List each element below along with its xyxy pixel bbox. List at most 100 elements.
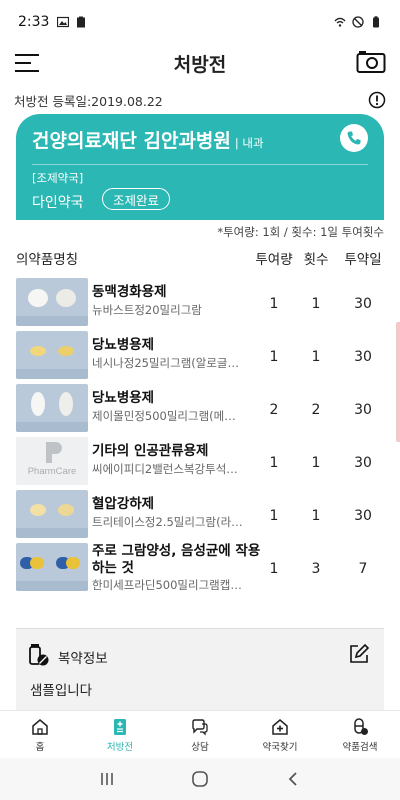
capsule-image <box>16 543 88 591</box>
do-not-disturb-icon <box>352 16 364 28</box>
drug-times: 1 <box>311 455 321 471</box>
status-notification-icons <box>57 16 87 28</box>
drug-days: 30 <box>354 402 372 418</box>
home-circle-icon <box>192 771 208 787</box>
drug-row[interactable]: 혈압강하제 트리테이스정2.5밀리그람(라… 1 1 30 <box>14 490 386 540</box>
pill-search-icon <box>354 717 368 735</box>
dose-note: *투여량: 1회 / 횟수: 1일 투여횟수 <box>217 225 384 239</box>
home-icon <box>32 718 48 735</box>
pharmcare-text: PharmCare <box>27 466 77 477</box>
system-nav-bar <box>0 758 400 800</box>
nav-consult[interactable]: 상담 <box>160 711 240 758</box>
drug-dose: 1 <box>269 349 279 365</box>
header-times: 횟수 <box>303 252 329 268</box>
pharmacy-icon <box>272 718 288 735</box>
recent-apps-button[interactable] <box>95 767 119 791</box>
nav-find-pharmacy[interactable]: 약국찾기 <box>240 711 320 758</box>
drug-times: 3 <box>311 561 321 577</box>
hospital-name-row: 건양의료재단 김안과병원 | 내과 <box>32 126 264 153</box>
drug-category: 당뇨병용제 <box>92 337 155 353</box>
pharmacy-label: [조제약국] <box>32 171 84 185</box>
header-dose: 투여량 <box>255 252 293 268</box>
drug-table-header: 의약품명칭 투여량 횟수 투약일 <box>14 248 386 270</box>
medication-info-title: 복약정보 <box>58 651 108 667</box>
drug-category: 혈압강하제 <box>92 496 155 512</box>
drug-row[interactable]: 당뇨병용제 네시나정25밀리그램(알로글… 1 1 30 <box>14 331 386 381</box>
status-time: 2:33 <box>18 14 50 30</box>
info-icon[interactable] <box>368 91 386 109</box>
gallery-icon <box>57 16 70 28</box>
drug-category: 당뇨병용제 <box>92 390 155 406</box>
drug-product: 제이몰민정500밀리그램(메… <box>92 409 236 423</box>
drug-row[interactable]: PharmCare 기타의 인공관류용제 씨에이피디2밸런스복강투석… 1 1 … <box>14 437 386 487</box>
back-icon <box>289 772 297 786</box>
hospital-name: 건양의료재단 김안과병원 <box>32 130 231 152</box>
pill-image <box>16 331 88 379</box>
pill-image <box>16 490 88 538</box>
drug-row[interactable]: 주로 그람양성, 음성균에 작용하는 것 한미세프라딘500밀리그램캡… 1 3… <box>14 543 386 599</box>
nav-prescription[interactable]: 처방전 <box>80 711 160 758</box>
camera-icon[interactable] <box>356 50 386 74</box>
drug-dose: 2 <box>269 402 279 418</box>
nav-consult-label: 상담 <box>191 741 209 753</box>
drug-product: 네시나정25밀리그램(알로글… <box>92 356 239 370</box>
status-bar: 2:33 <box>0 0 400 44</box>
drug-dose: 1 <box>269 561 279 577</box>
prescription-icon <box>114 718 126 735</box>
drug-days: 30 <box>354 455 372 471</box>
drug-times: 1 <box>311 508 321 524</box>
menu-icon[interactable] <box>14 52 40 74</box>
drug-times: 2 <box>311 402 321 418</box>
drug-times: 1 <box>311 296 321 312</box>
nav-drug-search[interactable]: 약품검색 <box>320 711 400 758</box>
nav-drug-search-label: 약품검색 <box>342 741 378 753</box>
registration-row: 처방전 등록일:2019.08.22 <box>14 90 386 110</box>
drug-days: 7 <box>358 561 368 577</box>
pharmacy-name: 다인약국 <box>32 195 84 211</box>
drug-category: 동맥경화용제 <box>92 284 167 300</box>
app-header: 처방전 <box>0 44 400 82</box>
drug-row[interactable]: 동맥경화용제 뉴바스트정20밀리그람 1 1 30 <box>14 278 386 328</box>
drug-product: 뉴바스트정20밀리그람 <box>92 303 202 317</box>
drug-category: 주로 그람양성, 음성균에 작용하는 것 <box>92 543 261 576</box>
medication-info-icon <box>29 644 49 666</box>
phone-icon <box>347 131 361 145</box>
home-button[interactable] <box>188 767 212 791</box>
wifi-icon <box>334 17 346 27</box>
edit-icon[interactable] <box>348 643 370 665</box>
pharmcare-logo-icon <box>46 442 62 463</box>
clipboard-icon <box>77 16 86 28</box>
nav-home[interactable]: 홈 <box>0 711 80 758</box>
drug-days: 30 <box>354 508 372 524</box>
hospital-department: | 내과 <box>234 136 264 150</box>
nav-home-label: 홈 <box>35 741 45 753</box>
drug-product: 씨에이피디2밸런스복강투석… <box>92 462 238 476</box>
medication-info-text: 샘플입니다 <box>30 683 93 699</box>
status-system-icons <box>334 16 382 28</box>
recent-apps-icon <box>100 773 113 785</box>
status-badge: 조제완료 <box>102 188 171 210</box>
drug-product: 한미세프라딘500밀리그램캡… <box>92 578 242 592</box>
card-divider <box>32 164 368 165</box>
pill-image <box>16 278 88 326</box>
drug-product: 트리테이스정2.5밀리그람(라… <box>92 515 243 529</box>
call-button[interactable] <box>340 124 368 152</box>
side-scroll-tab[interactable] <box>396 322 400 442</box>
bottom-nav: 홈 처방전 상담 약국찾기 약품검색 <box>0 710 400 758</box>
nav-prescription-label: 처방전 <box>106 741 134 753</box>
header-days: 투약일 <box>344 252 382 268</box>
drug-dose: 1 <box>269 296 279 312</box>
drug-row[interactable]: 당뇨병용제 제이몰민정500밀리그램(메… 2 2 30 <box>14 384 386 434</box>
drug-days: 30 <box>354 349 372 365</box>
nav-find-pharmacy-label: 약국찾기 <box>262 741 298 753</box>
drug-days: 30 <box>354 296 372 312</box>
drug-dose: 1 <box>269 455 279 471</box>
pharmcare-placeholder-image: PharmCare <box>16 437 88 485</box>
registration-date: 처방전 등록일:2019.08.22 <box>14 93 163 109</box>
header-drug-name: 의약품명칭 <box>16 252 79 268</box>
pill-image <box>16 384 88 432</box>
drug-dose: 1 <box>269 508 279 524</box>
back-button[interactable] <box>281 767 305 791</box>
drug-times: 1 <box>311 349 321 365</box>
hospital-card: 건양의료재단 김안과병원 | 내과 [조제약국] 다인약국 조제완료 <box>16 114 384 220</box>
